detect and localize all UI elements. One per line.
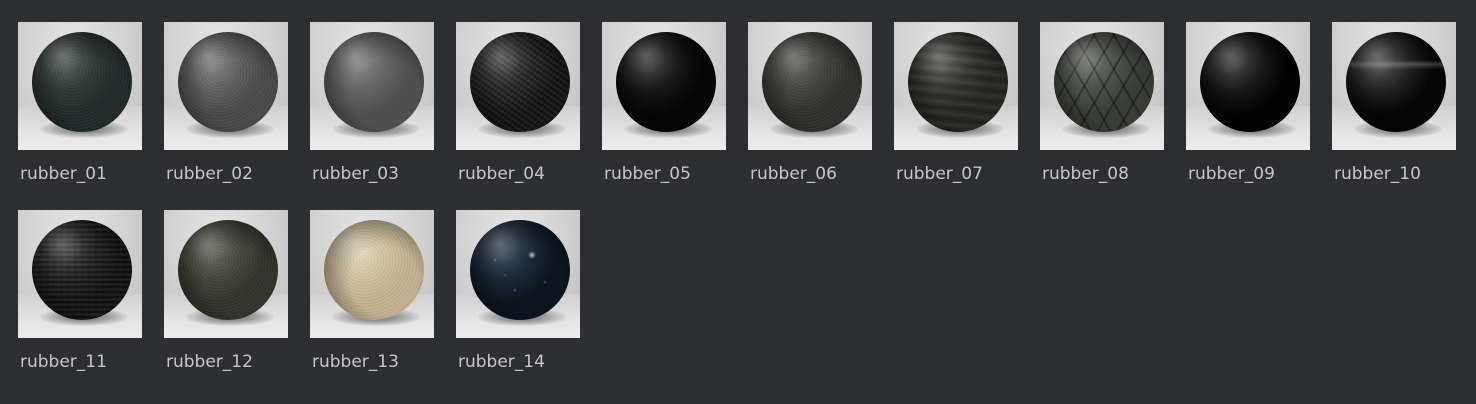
material-preview-thumbnail[interactable]: [1040, 22, 1164, 150]
material-tile[interactable]: rubber_06: [748, 22, 872, 210]
material-label: rubber_08: [1042, 164, 1129, 184]
material-preview-thumbnail[interactable]: [894, 22, 1018, 150]
material-label: rubber_13: [312, 352, 399, 372]
material-sphere: [324, 220, 424, 320]
material-tile[interactable]: rubber_09: [1186, 22, 1310, 210]
material-grid: rubber_01 rubber_02 rubber_03 rubber_04 rubb…: [18, 22, 1476, 398]
material-label: rubber_05: [604, 164, 691, 184]
material-sphere: [616, 32, 716, 132]
material-label: rubber_12: [166, 352, 253, 372]
material-tile[interactable]: rubber_12: [164, 210, 288, 398]
material-tile[interactable]: rubber_10: [1332, 22, 1456, 210]
material-sphere: [32, 32, 132, 132]
material-preview-thumbnail[interactable]: [456, 210, 580, 338]
material-label: rubber_02: [166, 164, 253, 184]
material-label: rubber_10: [1334, 164, 1421, 184]
material-tile[interactable]: rubber_07: [894, 22, 1018, 210]
material-preview-thumbnail[interactable]: [18, 22, 142, 150]
material-sphere: [32, 220, 132, 320]
material-preview-thumbnail[interactable]: [1186, 22, 1310, 150]
material-sphere: [1346, 32, 1446, 132]
material-sphere: [1200, 32, 1300, 132]
material-preview-thumbnail[interactable]: [310, 22, 434, 150]
material-label: rubber_03: [312, 164, 399, 184]
material-preview-thumbnail[interactable]: [1332, 22, 1456, 150]
material-tile[interactable]: rubber_04: [456, 22, 580, 210]
material-preview-thumbnail[interactable]: [310, 210, 434, 338]
material-preview-thumbnail[interactable]: [164, 210, 288, 338]
material-preview-thumbnail[interactable]: [164, 22, 288, 150]
material-sphere: [178, 32, 278, 132]
material-tile[interactable]: rubber_05: [602, 22, 726, 210]
material-label: rubber_04: [458, 164, 545, 184]
material-sphere: [324, 32, 424, 132]
material-sphere: [762, 32, 862, 132]
material-sphere: [470, 32, 570, 132]
material-label: rubber_11: [20, 352, 107, 372]
material-browser: rubber_01 rubber_02 rubber_03 rubber_04 rubb…: [0, 0, 1476, 404]
material-tile[interactable]: rubber_03: [310, 22, 434, 210]
material-tile[interactable]: rubber_01: [18, 22, 142, 210]
material-sphere: [1054, 32, 1154, 132]
material-preview-thumbnail[interactable]: [456, 22, 580, 150]
material-label: rubber_09: [1188, 164, 1275, 184]
material-tile[interactable]: rubber_13: [310, 210, 434, 398]
material-preview-thumbnail[interactable]: [18, 210, 142, 338]
material-label: rubber_14: [458, 352, 545, 372]
material-tile[interactable]: rubber_08: [1040, 22, 1164, 210]
material-tile[interactable]: rubber_11: [18, 210, 142, 398]
material-sphere: [908, 32, 1008, 132]
material-tile[interactable]: rubber_02: [164, 22, 288, 210]
material-preview-thumbnail[interactable]: [748, 22, 872, 150]
material-label: rubber_07: [896, 164, 983, 184]
material-sphere: [178, 220, 278, 320]
material-label: rubber_01: [20, 164, 107, 184]
material-sphere: [470, 220, 570, 320]
material-preview-thumbnail[interactable]: [602, 22, 726, 150]
material-tile[interactable]: rubber_14: [456, 210, 580, 398]
material-label: rubber_06: [750, 164, 837, 184]
